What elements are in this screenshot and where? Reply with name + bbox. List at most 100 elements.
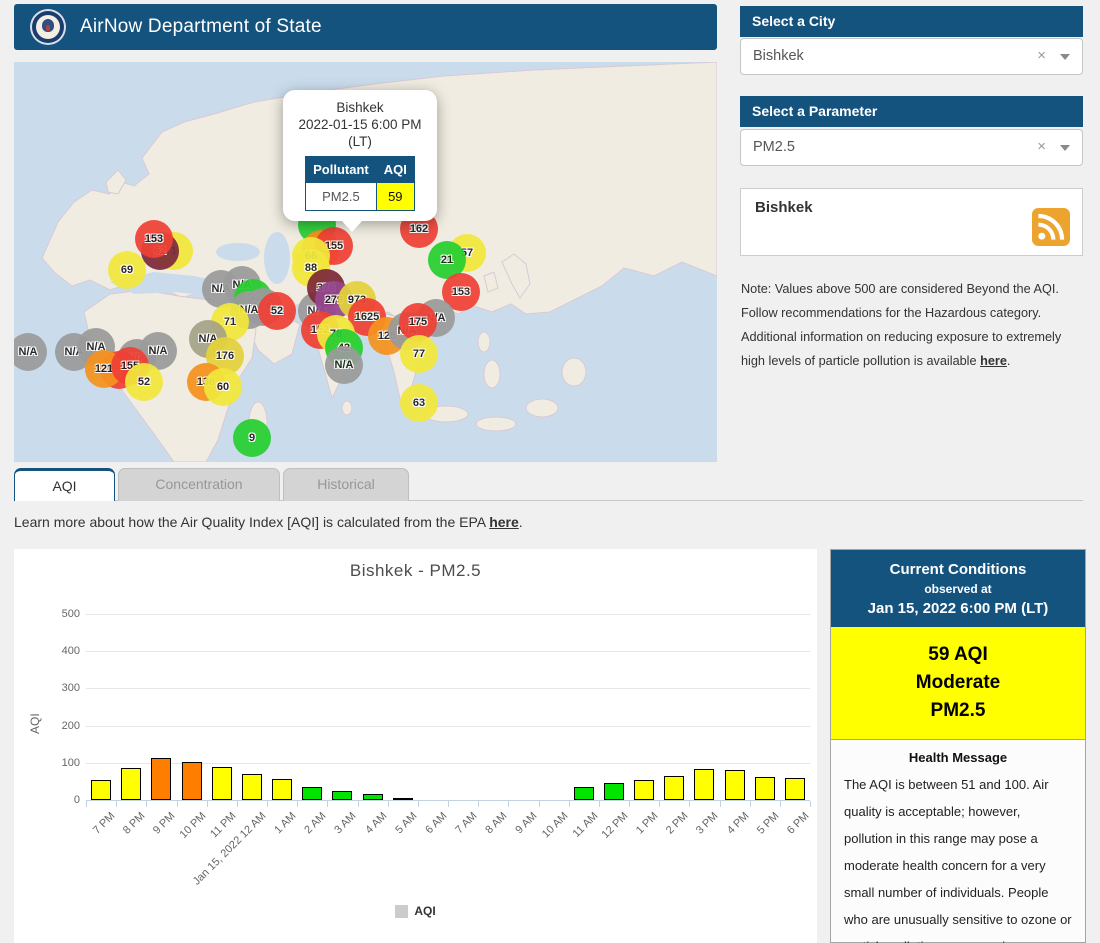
world-map[interactable]: 16215369415566881625721153N/AN/A50N/AN/A… [14,62,717,462]
aqi-chart: Bishkek - PM2.5 AQI 01002003004005007 PM… [14,549,817,943]
conditions-category: Moderate [831,669,1085,697]
note-here-link[interactable]: here [980,354,1007,368]
popup-timezone: (LT) [289,133,431,150]
conditions-datetime: Jan 15, 2022 6:00 PM (LT) [831,598,1085,620]
popup-col-pollutant: Pollutant [306,157,377,183]
y-tick-label: 0 [34,794,80,806]
aqi-bar [694,769,714,800]
select-parameter-header: Select a Parameter [740,96,1083,127]
aqi-bar [755,777,775,800]
learn-text: Learn more about how the Air Quality Ind… [14,514,489,530]
tab-historical[interactable]: Historical [283,468,409,501]
aqi-bar [332,791,352,800]
conditions-observed-at: observed at [831,580,1085,598]
x-tick-mark [689,801,690,807]
rss-city-title: Bishkek [755,199,813,216]
popup-table: Pollutant AQI PM2.5 59 [305,156,415,211]
aqi-bar [151,758,171,800]
conditions-pollutant: PM2.5 [831,697,1085,725]
x-tick-mark [388,801,389,807]
aqi-bar [725,770,745,800]
x-tick-mark [539,801,540,807]
conditions-aqi-value: 59 AQI [831,641,1085,669]
x-tick-mark [780,801,781,807]
x-tick-mark [750,801,751,807]
aqi-bar [574,787,594,800]
legend-label: AQI [414,904,435,918]
y-tick-label: 100 [34,757,80,769]
x-tick-mark [327,801,328,807]
map-marker[interactable]: 9 [233,419,271,457]
tab-concentration[interactable]: Concentration [118,468,280,501]
learn-suffix: . [519,514,523,530]
chart-legend[interactable]: AQI [14,904,817,918]
city-select-value: Bishkek [753,39,804,74]
city-clear-icon[interactable]: × [1037,47,1046,64]
x-tick-mark [146,801,147,807]
aqi-bar [182,762,202,800]
aqi-bar [393,798,413,800]
state-seal-logo [30,9,66,45]
health-message-section: Health Message The AQI is between 51 and… [831,739,1085,942]
y-tick-label: 500 [34,608,80,620]
city-caret-icon[interactable] [1060,54,1070,60]
x-tick-mark [720,801,721,807]
map-marker[interactable]: N/A [325,346,363,384]
conditions-title: Current Conditions [831,559,1085,580]
aqi-bar [664,776,684,800]
aqi-bar [604,783,624,800]
map-popup: Bishkek 2022-01-15 6:00 PM (LT) Pollutan… [283,90,437,221]
parameter-caret-icon[interactable] [1060,145,1070,151]
x-tick-mark [116,801,117,807]
rss-icon[interactable] [1032,208,1070,246]
x-tick-mark [478,801,479,807]
chart-title: Bishkek - PM2.5 [14,561,817,581]
aqi-bar [363,794,383,800]
map-marker[interactable]: 52 [125,363,163,401]
x-tick-mark [810,801,811,807]
x-tick-mark [358,801,359,807]
aqi-bar [272,779,292,800]
aqi-bar [121,768,141,800]
rss-feed-box: Bishkek [740,188,1083,256]
x-tick-mark [629,801,630,807]
learn-here-link[interactable]: here [489,514,519,530]
map-marker[interactable]: 63 [400,384,438,422]
popup-city: Bishkek [289,99,431,116]
map-marker[interactable]: 60 [204,368,242,406]
y-tick-label: 200 [34,720,80,732]
parameter-select-value: PM2.5 [753,130,795,165]
aqi-bar [91,780,111,800]
x-tick-mark [599,801,600,807]
x-tick-mark [237,801,238,807]
y-tick-label: 400 [34,645,80,657]
aqi-bar [785,778,805,800]
aqi-bar [212,767,232,800]
map-marker[interactable]: 69 [108,251,146,289]
health-message-title: Health Message [831,750,1085,765]
aqi-bar [302,787,322,800]
x-tick-mark [448,801,449,807]
conditions-header: Current Conditions observed at Jan 15, 2… [831,550,1085,627]
tab-aqi[interactable]: AQI [14,468,115,501]
learn-more-line: Learn more about how the Air Quality Ind… [14,514,523,530]
map-marker[interactable]: 77 [400,335,438,373]
x-tick-mark [86,801,87,807]
select-city-header: Select a City [740,6,1083,37]
map-marker[interactable]: 52 [258,292,296,330]
current-conditions-panel: Current Conditions observed at Jan 15, 2… [830,549,1086,943]
state-seal-shield [46,25,50,31]
y-tick-label: 300 [34,682,80,694]
city-select[interactable]: Bishkek × [740,38,1083,75]
sidebar-note: Note: Values above 500 are considered Be… [741,277,1086,373]
note-text: Note: Values above 500 are considered Be… [741,282,1061,368]
page: AirNow Department of State [0,0,1100,943]
parameter-clear-icon[interactable]: × [1037,138,1046,155]
popup-aqi-value: 59 [376,183,414,211]
popup-col-aqi: AQI [376,157,414,183]
app-header: AirNow Department of State [14,4,717,50]
parameter-select[interactable]: PM2.5 × [740,129,1083,166]
map-marker[interactable]: 153 [135,220,173,258]
chart-gridline [86,726,810,727]
x-tick-mark [418,801,419,807]
